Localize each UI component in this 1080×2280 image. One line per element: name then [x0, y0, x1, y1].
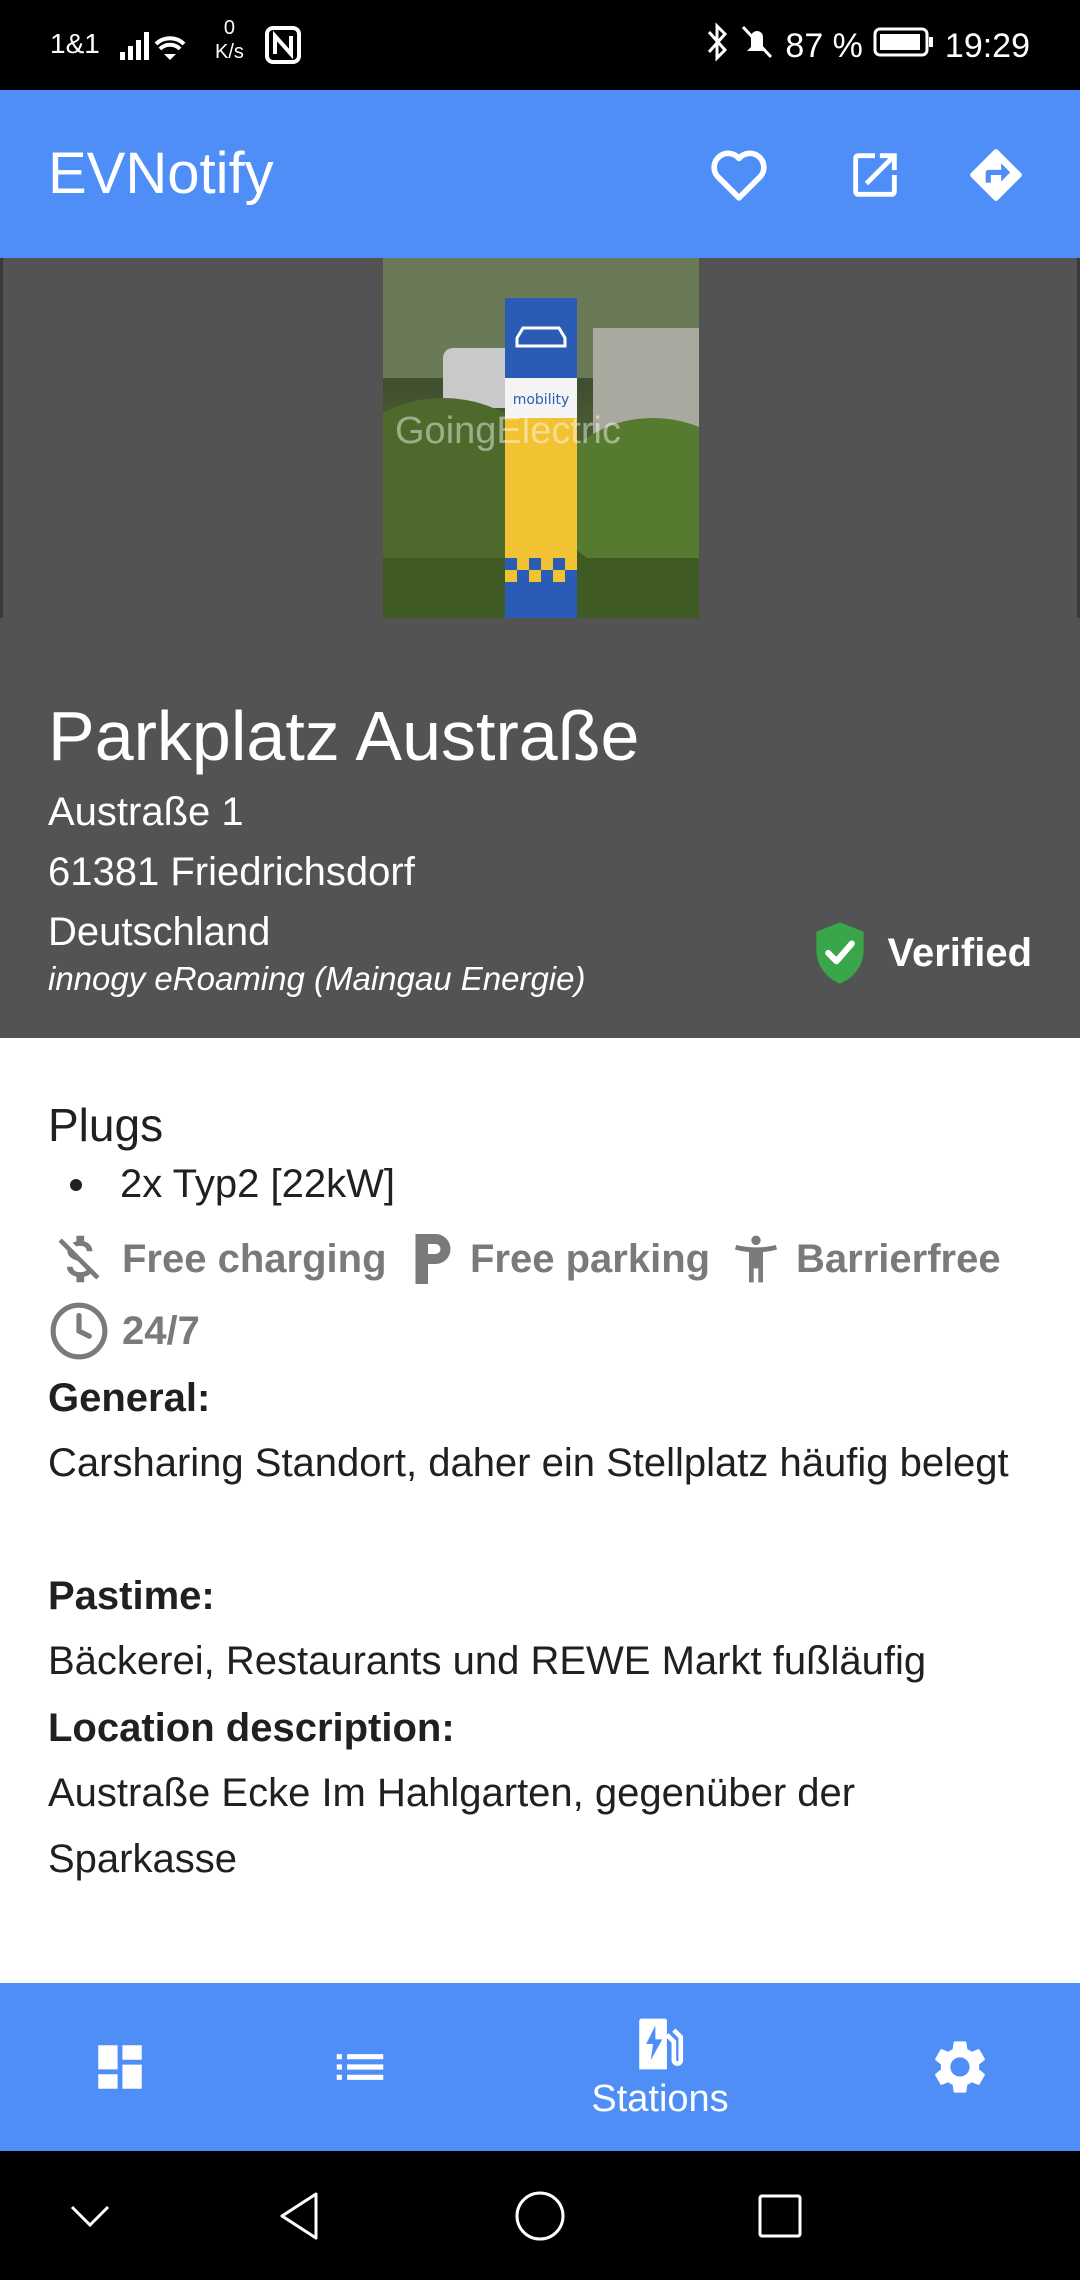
status-bar: 1&1 0 K/s 87 % 19:29: [0, 0, 1080, 90]
bottom-navigation: Stations: [0, 1983, 1080, 2151]
parking-icon: [415, 1234, 451, 1284]
nav-stations[interactable]: Stations: [560, 1983, 760, 2151]
feature-free-charging: Free charging: [48, 1228, 387, 1290]
battery-percent: 87 %: [785, 27, 863, 65]
nav-settings[interactable]: [900, 1983, 1020, 2151]
favorite-button[interactable]: [706, 142, 772, 208]
photo-watermark: GoingElectric: [395, 410, 621, 452]
recents-square-icon: [758, 2194, 802, 2237]
pastime-label: Pastime:: [48, 1574, 215, 1618]
back-button[interactable]: [270, 2151, 330, 2280]
hide-nav-button[interactable]: [60, 2151, 120, 2280]
verified-badge: Verified: [811, 920, 1032, 986]
clock-icon: [50, 1302, 108, 1360]
feature-opening-hours: 24/7: [48, 1300, 200, 1362]
accessibility-icon: [735, 1235, 777, 1283]
nav-dashboard[interactable]: [60, 1983, 180, 2151]
general-label: General:: [48, 1376, 211, 1420]
free-parking-label: Free parking: [470, 1236, 711, 1281]
directions-icon: [970, 149, 1022, 201]
chevron-down-icon: [70, 2205, 110, 2227]
directions-button[interactable]: [963, 142, 1029, 208]
location-description-text: Austraße Ecke Im Hahlgarten, gegenüber d…: [48, 1771, 856, 1881]
operator-name: innogy eRoaming (Maingau Energie): [48, 960, 586, 997]
nfc-icon: [265, 26, 301, 69]
home-circle-icon: [515, 2191, 565, 2240]
bullet: [70, 1178, 82, 1191]
bluetooth-icon: [705, 22, 729, 71]
nav-list[interactable]: [300, 1983, 420, 2151]
net-speed-unit: K/s: [215, 41, 244, 63]
heart-icon: [711, 150, 767, 201]
svg-text:mobility: mobility: [513, 392, 570, 408]
battery-icon: [873, 26, 935, 67]
net-speed: 0 K/s: [215, 16, 244, 64]
address-country: Deutschland: [48, 910, 271, 954]
station-photo[interactable]: mobility GoingElectric: [383, 258, 699, 618]
recents-button[interactable]: [752, 2151, 808, 2280]
open-external-icon: [853, 153, 897, 197]
location-description-label: Location description:: [48, 1706, 455, 1750]
system-navigation-bar: [0, 2151, 1080, 2280]
list-icon: [336, 2054, 384, 2080]
address-city: 61381 Friedrichsdorf: [48, 850, 415, 894]
station-name: Parkplatz Austraße: [48, 697, 640, 775]
money-off-icon: [58, 1235, 100, 1283]
clock: 19:29: [944, 27, 1030, 65]
opening-hours-label: 24/7: [122, 1308, 200, 1353]
settings-icon: [935, 2041, 985, 2093]
app-title: EVNotify: [48, 141, 274, 206]
app-bar: EVNotify: [0, 90, 1080, 258]
signal-icon: [120, 24, 210, 69]
feature-free-parking: Free parking: [408, 1228, 710, 1290]
nav-stations-label: Stations: [591, 2077, 729, 2120]
dashboard-icon: [98, 2045, 142, 2089]
verified-label: Verified: [887, 930, 1032, 975]
verified-shield-icon: [816, 922, 865, 984]
carrier-label: 1&1: [50, 28, 100, 59]
plug-list-item: 2x Typ2 [22kW]: [70, 1162, 395, 1207]
general-text: Carsharing Standort, daher ein Stellplat…: [48, 1441, 1009, 1485]
plug-label: 2x Typ2 [22kW]: [120, 1162, 395, 1206]
feature-barrierfree: Barrierfree: [728, 1228, 1001, 1290]
barrierfree-label: Barrierfree: [796, 1236, 1001, 1281]
pastime-text: Bäckerei, Restaurants und REWE Markt fuß…: [48, 1639, 927, 1683]
address-street: Austraße 1: [48, 790, 244, 834]
free-charging-label: Free charging: [122, 1236, 387, 1281]
mute-icon: [739, 23, 775, 70]
open-external-button[interactable]: [842, 142, 908, 208]
net-speed-value: 0: [223, 17, 236, 39]
station-header: mobility GoingElectric Parkplatz Austraß…: [0, 258, 1080, 1038]
plugs-title: Plugs: [48, 1099, 164, 1151]
ev-station-icon: [639, 2018, 684, 2069]
home-button[interactable]: [508, 2151, 572, 2280]
divider: [0, 258, 3, 618]
back-triangle-icon: [280, 2192, 318, 2239]
